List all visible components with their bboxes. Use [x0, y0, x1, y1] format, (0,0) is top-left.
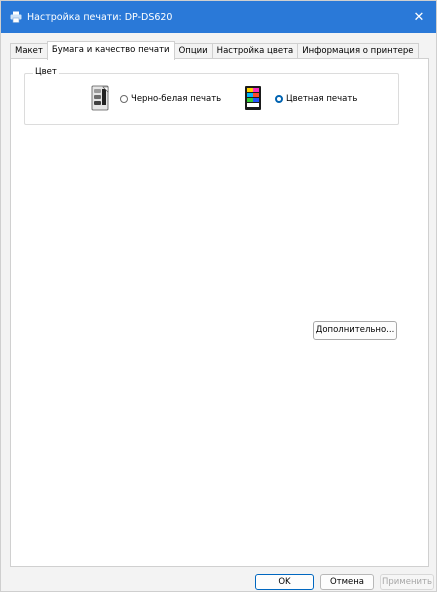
radio-color-circle[interactable]	[275, 95, 283, 103]
radio-color-label: Цветная печать	[286, 94, 358, 104]
title-bar: Настройка печати: DP-DS620 ✕	[1, 1, 436, 33]
print-settings-dialog: Настройка печати: DP-DS620 ✕ Макет Бумаг…	[0, 0, 437, 592]
color-group: Цвет Черно-белая печать Цветная печать	[24, 67, 399, 125]
radio-color[interactable]: Цветная печать	[275, 94, 357, 104]
close-button[interactable]: ✕	[402, 1, 436, 33]
advanced-button[interactable]: Дополнительно...	[313, 321, 397, 340]
window-title: Настройка печати: DP-DS620	[27, 11, 173, 23]
radio-monochrome-label: Черно-белая печать	[131, 94, 222, 104]
cancel-button[interactable]: Отмена	[320, 574, 374, 590]
tab-panel: Цвет Черно-белая печать Цветная печать Д…	[10, 58, 429, 567]
close-icon: ✕	[413, 9, 425, 25]
radio-monochrome-circle[interactable]	[120, 95, 128, 103]
printer-icon	[10, 11, 22, 23]
ok-button[interactable]: OK	[255, 574, 314, 590]
color-printer-icon	[244, 85, 262, 111]
color-group-legend: Цвет	[33, 67, 59, 77]
apply-button[interactable]: Применить	[380, 574, 434, 590]
tab-paper-quality[interactable]: Бумага и качество печати	[46, 41, 175, 60]
monochrome-printer-icon	[91, 85, 109, 111]
radio-monochrome[interactable]: Черно-белая печать	[120, 94, 221, 104]
tab-bar: Макет Бумага и качество печати Опции Нас…	[10, 41, 419, 60]
